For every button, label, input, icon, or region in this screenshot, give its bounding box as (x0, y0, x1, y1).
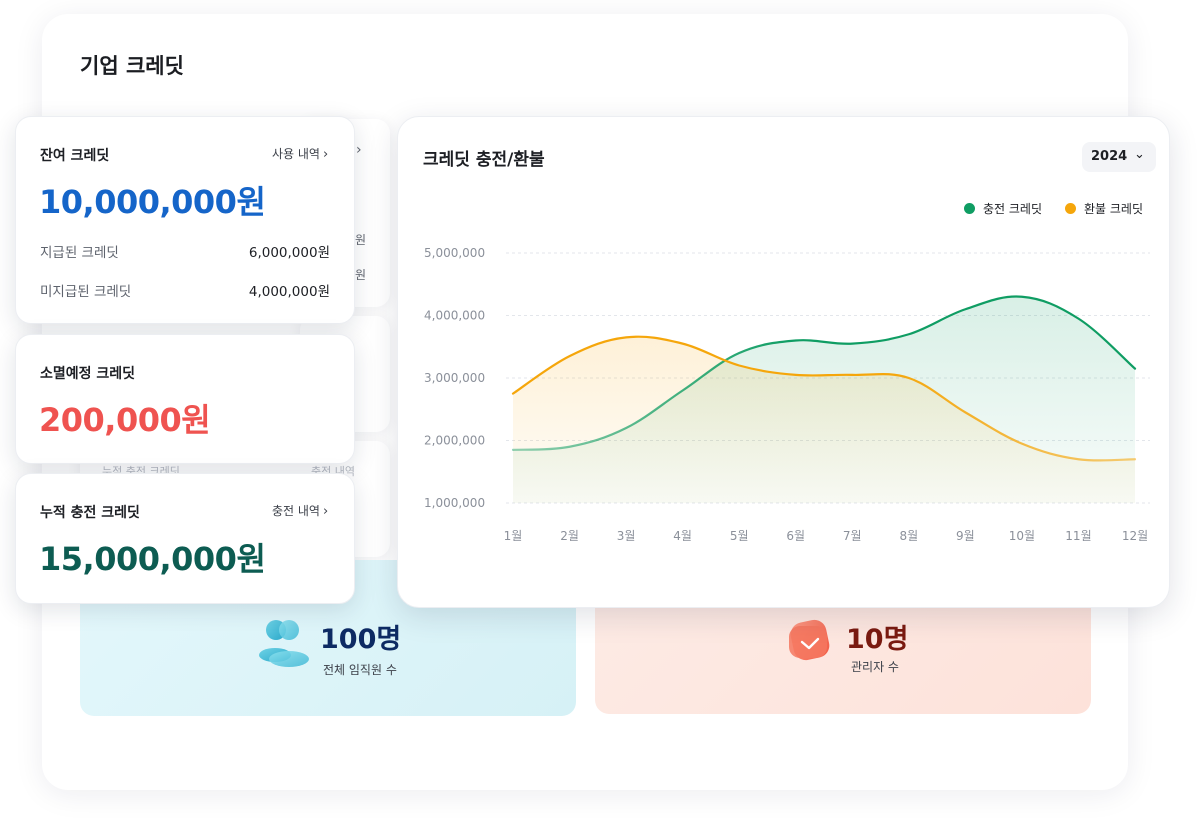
credit-chart: 5,000,000 4,000,000 3,000,000 2,000,000 1,00… (424, 246, 1150, 543)
x-tick-label: 4월 (673, 529, 692, 543)
accumulated-title: 누적 충전 크레딧 (40, 505, 140, 521)
x-tick-label: 11월 (1065, 529, 1091, 543)
balance-card: 잔여 크레딧 사용 내역 › 10,000,000원 지급된 크레딧 6,000,… (15, 116, 355, 324)
balance-amount: 10,000,000원 (39, 183, 266, 221)
y-tick-label: 4,000,000 (424, 309, 485, 323)
chevron-right-icon: › (322, 504, 329, 519)
x-tick-label: 5월 (730, 529, 749, 543)
employee-count-label: 전체 임직원 수 (323, 663, 397, 677)
accumulated-card: 누적 충전 크레딧 충전 내역 › 15,000,000원 (15, 473, 355, 604)
usage-history-link[interactable]: 사용 내역 › (272, 145, 328, 162)
expiring-amount: 200,000원 (39, 401, 211, 439)
x-tick-label: 9월 (956, 529, 975, 543)
unpaid-credit-value: 4,000,000원 (248, 284, 330, 300)
chevron-right-icon: › (322, 147, 329, 162)
ghost-chevron: › (356, 142, 362, 158)
x-tick-label: 8월 (899, 529, 918, 543)
admin-count: 10명 (846, 624, 909, 655)
credit-chart-card: 크레딧 충전/환불 2024 ⌄ 충전 크레딧 환불 크레딧 5,000,000… (397, 116, 1170, 608)
x-tick-label: 2월 (560, 529, 579, 543)
x-tick-label: 6월 (786, 529, 805, 543)
shield-check-icon (785, 618, 835, 664)
ghost-row-suffix: 원 (355, 233, 367, 247)
balance-title: 잔여 크레딧 (40, 148, 110, 164)
admin-count-label: 관리자 수 (851, 660, 899, 674)
y-tick-label: 2,000,000 (424, 434, 485, 448)
paid-credit-label: 지급된 크레딧 (40, 245, 119, 261)
x-tick-label: 7월 (843, 529, 862, 543)
x-tick-label: 1월 (504, 529, 523, 543)
page-title: 기업 크레딧 (80, 54, 184, 78)
people-icon (257, 617, 311, 669)
x-tick-label: 3월 (617, 529, 636, 543)
accumulated-amount: 15,000,000원 (39, 540, 266, 578)
unpaid-credit-label: 미지급된 크레딧 (40, 284, 132, 300)
y-tick-label: 5,000,000 (424, 246, 485, 260)
charge-history-label: 충전 내역 (272, 504, 320, 518)
usage-history-label: 사용 내역 (272, 147, 320, 161)
y-tick-label: 3,000,000 (424, 371, 485, 385)
expiring-card: 소멸예정 크레딧 200,000원 (15, 334, 355, 464)
ghost-row-suffix: 원 (355, 268, 367, 282)
paid-credit-value: 6,000,000원 (248, 245, 330, 261)
expiring-title: 소멸예정 크레딧 (40, 366, 136, 382)
employee-count: 100명 (320, 624, 402, 655)
charge-history-link[interactable]: 충전 내역 › (272, 502, 328, 519)
y-tick-label: 1,000,000 (424, 496, 485, 510)
x-tick-label: 12월 (1122, 529, 1148, 543)
x-tick-label: 10월 (1009, 529, 1035, 543)
